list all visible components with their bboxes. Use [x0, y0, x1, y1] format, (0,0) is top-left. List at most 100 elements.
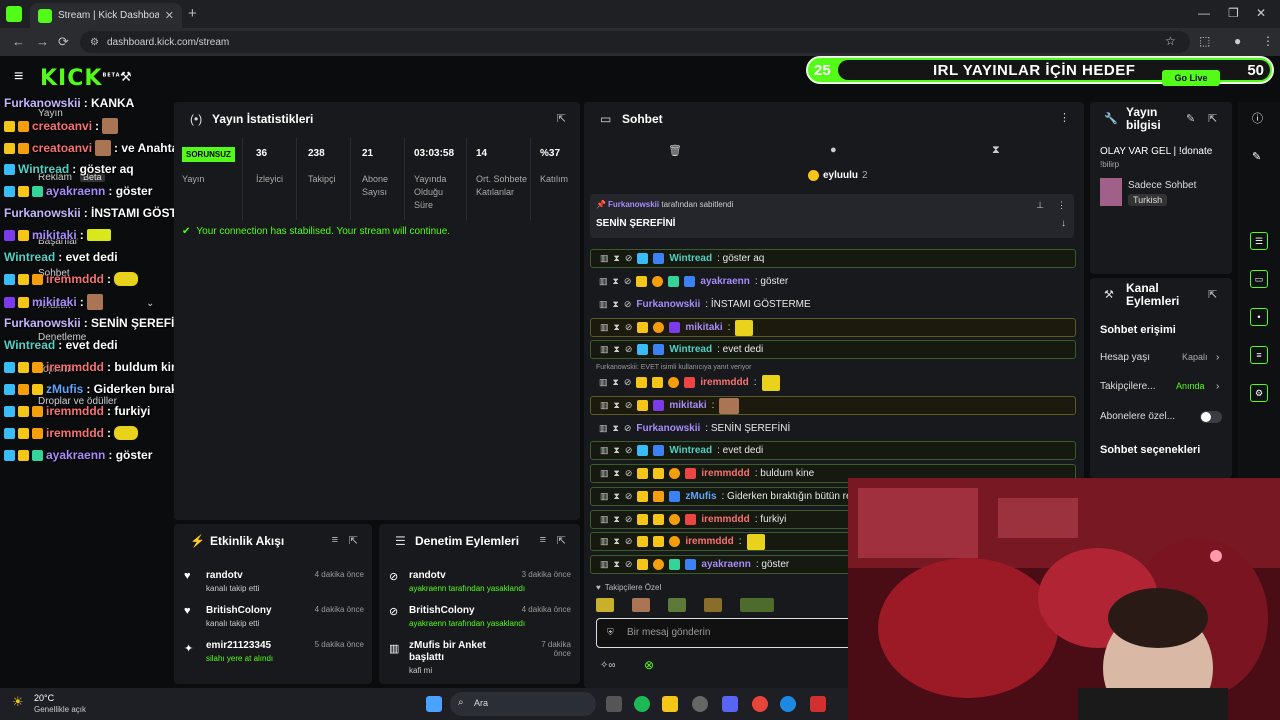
timeout-icon[interactable]: ⧗	[613, 299, 619, 310]
timeout-icon[interactable]: ⧗	[614, 344, 620, 355]
task-view-icon[interactable]	[606, 696, 622, 712]
settings-icon[interactable]: ⊗	[644, 658, 654, 672]
chat-user[interactable]: Wintread	[669, 445, 712, 456]
popout-icon[interactable]: ⇱	[1208, 112, 1217, 125]
menu-dots-icon[interactable]: ⋮	[1262, 34, 1274, 48]
chat-user[interactable]: ayakraenn	[700, 276, 749, 287]
chat-message[interactable]: ▥ ⧗ ⊘ Wintread: göster aq	[590, 249, 1076, 268]
chat-message[interactable]: ▥ ⧗ ⊘ Furkanowskii: İNSTAMI GÖSTERME	[590, 295, 1076, 314]
close-tab-icon[interactable]: ✕	[165, 9, 174, 22]
ban-icon[interactable]: ⊘	[625, 322, 633, 333]
ban-icon[interactable]: ⊘	[625, 536, 633, 547]
delete-icon[interactable]: ▥	[599, 276, 608, 287]
mod-name[interactable]: zMufis bir Anket başlattı	[409, 640, 509, 664]
chevron-right-icon[interactable]: ›	[1216, 352, 1219, 363]
ban-icon[interactable]: ⊘	[625, 400, 633, 411]
trash-icon[interactable]: 🗑	[668, 144, 682, 157]
reload-icon[interactable]: ⟳	[58, 34, 69, 50]
popout-icon[interactable]: ⇱	[557, 534, 566, 547]
chat-user[interactable]: iremmddd	[701, 468, 749, 479]
chat-message[interactable]: ▥ ⧗ ⊘ Furkanowskii: SENİN ŞEREFİNİ	[590, 419, 1076, 438]
go-live-button[interactable]: Go Live	[1162, 70, 1220, 86]
delete-icon[interactable]: ▥	[600, 400, 609, 411]
popout-icon[interactable]: ⇱	[349, 534, 358, 547]
popout-icon[interactable]: ⇱	[1208, 288, 1217, 301]
subs-only-toggle[interactable]	[1200, 411, 1222, 423]
chrome-icon[interactable]	[752, 696, 768, 712]
app-icon[interactable]	[810, 696, 826, 712]
chat-user[interactable]: iremmddd	[685, 536, 733, 547]
taskbar-search[interactable]: ⌕ Ara	[450, 692, 596, 716]
app-icon[interactable]	[692, 696, 708, 712]
timeout-icon[interactable]: ⧗	[614, 559, 620, 570]
delete-icon[interactable]: ▥	[600, 344, 609, 355]
forward-icon[interactable]: →	[36, 34, 49, 49]
site-info-icon[interactable]: ⚙	[90, 37, 99, 48]
ban-icon[interactable]: ⊘	[625, 445, 633, 456]
emote-icon[interactable]	[596, 598, 614, 612]
wrench-panel-icon[interactable]: ⚙	[1250, 384, 1268, 402]
chat-user[interactable]: zMufis	[685, 491, 716, 502]
chat-panel-icon[interactable]: ☰	[1250, 232, 1268, 250]
timeout-icon[interactable]: ⧗	[614, 322, 620, 333]
delete-icon[interactable]: ▥	[600, 559, 609, 570]
timeout-icon[interactable]: ⧗	[613, 276, 619, 287]
chat-user[interactable]: Wintread	[669, 344, 712, 355]
edit-icon[interactable]: ✎	[1186, 112, 1195, 125]
chat-user[interactable]: Furkanowskii	[636, 299, 700, 310]
timeout-icon[interactable]: ⧗	[614, 536, 620, 547]
kick-logo[interactable]: KICKBETA	[40, 66, 121, 91]
ban-icon[interactable]: ⊘	[625, 344, 633, 355]
timeout-icon[interactable]: ⧗	[614, 491, 620, 502]
discord-icon[interactable]	[722, 696, 738, 712]
delete-icon[interactable]: ▥	[599, 423, 608, 434]
unpin-icon[interactable]: ⊥	[1036, 200, 1044, 211]
minimize-icon[interactable]: —	[1198, 6, 1210, 20]
chat-user[interactable]: mikitaki	[685, 322, 722, 333]
ban-icon[interactable]: ⊘	[625, 559, 633, 570]
hamburger-menu-icon[interactable]: ≡	[14, 68, 23, 86]
chat-message[interactable]: ▥ ⧗ ⊘ iremmddd:	[590, 373, 1076, 392]
spotify-icon[interactable]	[634, 696, 650, 712]
chat-user[interactable]: ayakraenn	[701, 559, 750, 570]
message-panel-icon[interactable]: ▭	[1250, 270, 1268, 288]
emote-icon[interactable]	[704, 598, 722, 612]
broadcast-panel-icon[interactable]: •	[1250, 308, 1268, 326]
chat-user[interactable]: Wintread	[669, 253, 712, 264]
file-explorer-icon[interactable]	[662, 696, 678, 712]
pencil-icon[interactable]: ✎	[1252, 150, 1261, 163]
emote-icon[interactable]	[740, 598, 774, 612]
delete-icon[interactable]: ▥	[600, 253, 609, 264]
info-icon[interactable]: ⓘ	[1252, 110, 1263, 126]
hammer-icon[interactable]: ⚒	[120, 69, 132, 85]
delete-icon[interactable]: ▥	[600, 322, 609, 333]
mod-name[interactable]: randotv	[409, 570, 446, 581]
hourglass-icon[interactable]: ⧗	[992, 144, 1000, 157]
delete-icon[interactable]: ▥	[600, 468, 609, 479]
delete-icon[interactable]: ▥	[600, 536, 609, 547]
emote-icon[interactable]	[632, 598, 650, 612]
ban-icon[interactable]: ⊘	[624, 423, 632, 434]
ban-icon[interactable]: ⊘	[625, 514, 633, 525]
weather-icon[interactable]: ☀	[12, 694, 24, 710]
delete-icon[interactable]: ▥	[600, 514, 609, 525]
timeout-icon[interactable]: ⧗	[614, 445, 620, 456]
timeout-icon[interactable]: ⧗	[613, 423, 619, 434]
ban-icon[interactable]: ⊘	[624, 276, 632, 287]
browser-profile-icon[interactable]	[6, 6, 22, 22]
activity-name[interactable]: emir21123345	[206, 640, 271, 651]
message-icon[interactable]: ●	[830, 144, 837, 156]
chat-user[interactable]: Furkanowskii	[636, 423, 700, 434]
extensions-icon[interactable]: ⬚	[1199, 34, 1210, 48]
timeout-icon[interactable]: ⧗	[614, 253, 620, 264]
chevron-right-icon[interactable]: ›	[1216, 381, 1219, 392]
chat-message[interactable]: ▥ ⧗ ⊘ ayakraenn: göster	[590, 272, 1076, 291]
popout-icon[interactable]: ⇱	[557, 112, 566, 125]
ban-icon[interactable]: ⊘	[624, 377, 632, 388]
chat-user[interactable]: iremmddd	[701, 514, 749, 525]
filter-icon[interactable]: ≡	[540, 534, 546, 546]
emote-icon[interactable]	[668, 598, 686, 612]
menu-dots-icon[interactable]: ⋮	[1057, 200, 1066, 211]
chat-user[interactable]: iremmddd	[700, 377, 748, 388]
timeout-icon[interactable]: ⧗	[614, 514, 620, 525]
